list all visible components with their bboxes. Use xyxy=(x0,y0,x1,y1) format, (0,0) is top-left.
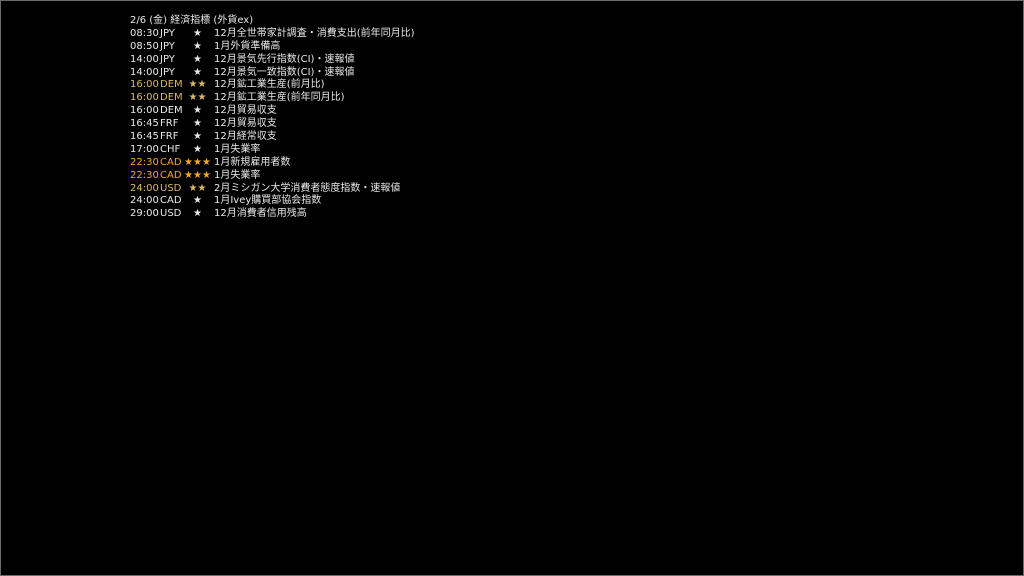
importance-stars: ★ xyxy=(193,40,202,52)
event-currency: DEM xyxy=(160,79,183,91)
event-name: 12月景気先行指数(CI)・速報値 xyxy=(214,53,355,65)
event-time: 17:00 xyxy=(130,143,159,155)
event-currency: USD xyxy=(160,182,182,194)
event-currency: CAD xyxy=(160,156,182,168)
event-row: 24:00 USD ★★ 2月ミシガン大学消費者態度指数・速報値 xyxy=(130,183,415,196)
event-row: 16:00 DEM ★ 12月貿易収支 xyxy=(130,105,415,118)
event-currency: JPY xyxy=(160,53,175,65)
importance-stars: ★ xyxy=(193,131,202,143)
event-name: 12月貿易収支 xyxy=(214,118,277,130)
event-currency: CAD xyxy=(160,169,182,181)
event-name: 1月新規雇用者数 xyxy=(214,156,291,168)
importance-stars: ★ xyxy=(193,27,202,39)
event-row: 22:30 CAD ★★★ 1月失業率 xyxy=(130,170,415,183)
event-name: 12月鉱工業生産(前年同月比) xyxy=(214,92,345,104)
event-row: 16:45 FRF ★ 12月経常収支 xyxy=(130,131,415,144)
event-time: 22:30 xyxy=(130,156,159,168)
event-name: 12月貿易収支 xyxy=(214,105,277,117)
event-row: 16:45 FRF ★ 12月貿易収支 xyxy=(130,118,415,131)
event-row: 16:00 DEM ★★ 12月鉱工業生産(前月比) xyxy=(130,79,415,92)
event-name: 12月消費者信用残高 xyxy=(214,208,307,220)
event-row: 14:00 JPY ★ 12月景気一致指数(CI)・速報値 xyxy=(130,67,415,80)
event-row: 24:00 CAD ★ 1月Ivey購買部協会指数 xyxy=(130,195,415,208)
screen: 2/6 (金) 経済指標 (外貨ex) 08:30 JPY ★ 12月全世帯家計調査・… xyxy=(0,0,1024,576)
event-time: 08:50 xyxy=(130,40,159,52)
event-time: 22:30 xyxy=(130,169,159,181)
event-currency: DEM xyxy=(160,92,183,104)
event-time: 16:45 xyxy=(130,131,159,143)
event-currency: CHF xyxy=(160,143,181,155)
event-time: 24:00 xyxy=(130,182,159,194)
event-name: 1月失業率 xyxy=(214,169,261,181)
importance-stars: ★ xyxy=(193,118,202,130)
event-currency: DEM xyxy=(160,105,183,117)
event-row: 16:00 DEM ★★ 12月鉱工業生産(前年同月比) xyxy=(130,92,415,105)
economic-calendar-panel: 2/6 (金) 経済指標 (外貨ex) 08:30 JPY ★ 12月全世帯家計調査・… xyxy=(130,15,415,221)
event-row: 08:30 JPY ★ 12月全世帯家計調査・消費支出(前年同月比) xyxy=(130,28,415,41)
event-currency: CAD xyxy=(160,195,182,207)
importance-stars: ★★ xyxy=(188,182,207,194)
event-currency: JPY xyxy=(160,27,175,39)
importance-stars: ★ xyxy=(193,53,202,65)
event-currency: JPY xyxy=(160,66,175,78)
event-name: 1月Ivey購買部協会指数 xyxy=(214,195,322,207)
event-time: 16:00 xyxy=(130,105,159,117)
event-name: 2月ミシガン大学消費者態度指数・速報値 xyxy=(214,182,401,194)
event-name: 12月景気一致指数(CI)・速報値 xyxy=(214,66,355,78)
event-name: 1月失業率 xyxy=(214,143,261,155)
importance-stars: ★ xyxy=(193,105,202,117)
event-row: 08:50 JPY ★ 1月外貨準備高 xyxy=(130,41,415,54)
importance-stars: ★★★ xyxy=(184,169,211,181)
importance-stars: ★★★ xyxy=(184,156,211,168)
importance-stars: ★ xyxy=(193,208,202,220)
event-row: 29:00 USD ★ 12月消費者信用残高 xyxy=(130,208,415,221)
event-time: 08:30 xyxy=(130,27,159,39)
event-time: 29:00 xyxy=(130,208,159,220)
importance-stars: ★★ xyxy=(188,79,207,91)
event-currency: FRF xyxy=(160,131,179,143)
event-list: 08:30 JPY ★ 12月全世帯家計調査・消費支出(前年同月比) 08:50 JPY ★… xyxy=(130,28,415,221)
event-currency: JPY xyxy=(160,40,175,52)
importance-stars: ★ xyxy=(193,66,202,78)
event-currency: USD xyxy=(160,208,182,220)
event-time: 16:00 xyxy=(130,92,159,104)
event-time: 24:00 xyxy=(130,195,159,207)
calendar-title: 2/6 (金) 経済指標 (外貨ex) xyxy=(130,15,254,26)
event-time: 16:00 xyxy=(130,79,159,91)
event-time: 14:00 xyxy=(130,53,159,65)
importance-stars: ★ xyxy=(193,195,202,207)
event-row: 17:00 CHF ★ 1月失業率 xyxy=(130,144,415,157)
event-time: 16:45 xyxy=(130,118,159,130)
event-name: 12月全世帯家計調査・消費支出(前年同月比) xyxy=(214,27,415,39)
event-row: 22:30 CAD ★★★ 1月新規雇用者数 xyxy=(130,157,415,170)
event-name: 12月経常収支 xyxy=(214,131,277,143)
event-row: 14:00 JPY ★ 12月景気先行指数(CI)・速報値 xyxy=(130,54,415,67)
event-name: 12月鉱工業生産(前月比) xyxy=(214,79,325,91)
importance-stars: ★ xyxy=(193,143,202,155)
event-time: 14:00 xyxy=(130,66,159,78)
event-name: 1月外貨準備高 xyxy=(214,40,281,52)
event-currency: FRF xyxy=(160,118,179,130)
importance-stars: ★★ xyxy=(188,92,207,104)
